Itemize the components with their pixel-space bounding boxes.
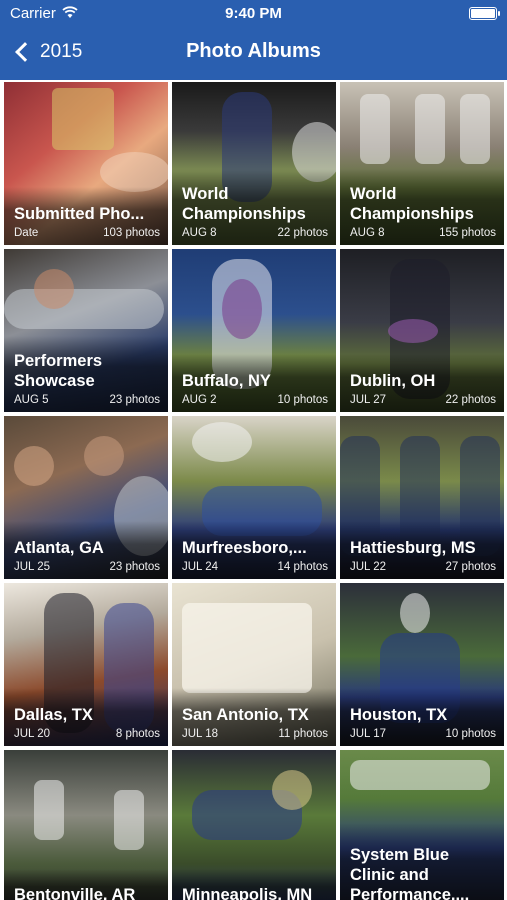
album-tile[interactable]: Dallas, TX JUL 20 8 photos xyxy=(4,583,168,746)
album-title: Performers Showcase xyxy=(14,352,103,390)
album-tile[interactable]: Dublin, OH JUL 27 22 photos xyxy=(340,249,504,412)
album-tile[interactable]: World Championships AUG 8 22 photos xyxy=(172,82,336,245)
album-date: AUG 8 xyxy=(182,227,217,239)
album-photo-count: 22 photos xyxy=(277,227,328,239)
album-date: JUL 17 xyxy=(350,728,387,740)
album-photo-count: 10 photos xyxy=(445,728,496,740)
album-title: Murfreesboro,... xyxy=(182,539,307,557)
album-photo-count: 22 photos xyxy=(445,394,496,406)
album-tile[interactable]: Buffalo, NY AUG 2 10 photos xyxy=(172,249,336,412)
album-tile[interactable]: Atlanta, GA JUL 25 23 photos xyxy=(4,416,168,579)
album-photo-count: 23 photos xyxy=(109,561,160,573)
album-title: World Championships xyxy=(182,185,306,223)
album-tile[interactable]: System Blue Clinic and Performance,... xyxy=(340,750,504,900)
album-tile[interactable]: Performers Showcase AUG 5 23 photos xyxy=(4,249,168,412)
album-title: Houston, TX xyxy=(350,706,448,724)
album-date: JUL 27 xyxy=(350,394,387,406)
album-date: JUL 25 xyxy=(14,561,51,573)
album-date: AUG 8 xyxy=(350,227,385,239)
album-title: Buffalo, NY xyxy=(182,372,271,390)
album-photo-count: 155 photos xyxy=(439,227,496,239)
album-date: AUG 2 xyxy=(182,394,217,406)
album-grid: Submitted Pho... Date 103 photos World Ch… xyxy=(4,82,504,900)
album-tile[interactable]: San Antonio, TX JUL 18 11 photos xyxy=(172,583,336,746)
album-tile[interactable]: World Championships AUG 8 155 photos xyxy=(340,82,504,245)
album-title: San Antonio, TX xyxy=(182,706,309,724)
album-title: Atlanta, GA xyxy=(14,539,104,557)
album-photo-count: 14 photos xyxy=(277,561,328,573)
album-title: Submitted Pho... xyxy=(14,205,145,223)
status-bar: Carrier 9:40 PM xyxy=(0,0,507,26)
album-tile[interactable]: Submitted Pho... Date 103 photos xyxy=(4,82,168,245)
album-title: Dallas, TX xyxy=(14,706,93,724)
album-tile[interactable]: Hattiesburg, MS JUL 22 27 photos xyxy=(340,416,504,579)
album-date: AUG 5 xyxy=(14,394,49,406)
album-photo-count: 23 photos xyxy=(109,394,160,406)
album-tile[interactable]: Houston, TX JUL 17 10 photos xyxy=(340,583,504,746)
album-tile[interactable]: Bentonville, AR xyxy=(4,750,168,900)
album-tile[interactable]: Minneapolis, MN xyxy=(172,750,336,900)
album-title: Dublin, OH xyxy=(350,372,436,390)
album-title: Bentonville, AR xyxy=(14,886,136,900)
album-photo-count: 27 photos xyxy=(445,561,496,573)
album-tile[interactable]: Murfreesboro,... JUL 24 14 photos xyxy=(172,416,336,579)
album-photo-count: 8 photos xyxy=(115,728,160,740)
album-title: World Championships xyxy=(350,185,474,223)
album-date: Date xyxy=(14,227,39,239)
album-title: Minneapolis, MN xyxy=(182,886,313,900)
album-title: Hattiesburg, MS xyxy=(350,539,476,557)
nav-header: 2015 Photo Albums xyxy=(0,26,507,80)
album-date: JUL 22 xyxy=(350,561,387,573)
navigation-bar: Carrier 9:40 PM 2015 Photo Albums xyxy=(0,0,507,80)
battery-icon xyxy=(469,7,500,20)
page-title: Photo Albums xyxy=(186,40,321,62)
album-date: JUL 18 xyxy=(182,728,219,740)
album-photo-count: 10 photos xyxy=(277,394,328,406)
album-date: JUL 24 xyxy=(182,561,219,573)
album-photo-count: 103 photos xyxy=(103,227,160,239)
album-date: JUL 20 xyxy=(14,728,51,740)
album-photo-count: 11 photos xyxy=(278,728,328,740)
clock: 9:40 PM xyxy=(225,5,282,22)
album-title: System Blue Clinic and Performance,... xyxy=(350,846,470,900)
